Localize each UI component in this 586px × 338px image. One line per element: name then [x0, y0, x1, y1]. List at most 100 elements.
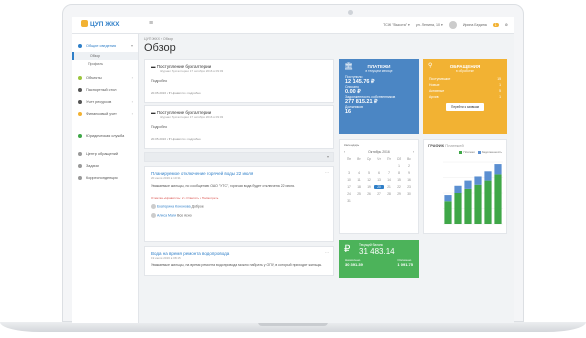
more-icon[interactable]: ⋯ [325, 250, 329, 255]
calendar-day[interactable]: 3 [344, 171, 354, 175]
logo-text: ЦУП ЖКХ [90, 21, 120, 28]
chevron-left-icon[interactable]: ‹ [344, 150, 345, 154]
legend-swatch [459, 150, 463, 154]
calendar-day[interactable]: 16 [404, 178, 414, 182]
app-logo[interactable]: ЦУП ЖКХ [81, 20, 119, 28]
calendar-day[interactable]: 11 [354, 178, 364, 182]
bar [484, 180, 492, 224]
company-selector[interactable]: ТСЖ "Высота" ▾ [383, 23, 410, 27]
calendar-day[interactable]: 8 [394, 171, 404, 175]
balance-details: Начислено 30 391.39 Оплачено 1 091.75 [345, 258, 413, 267]
menu-toggle-icon[interactable]: ≡ [149, 20, 153, 27]
calendar-day[interactable]: 25 [354, 192, 364, 196]
more-icon[interactable]: ⋯ [325, 170, 329, 175]
sidebar-item-tasks[interactable]: Задачи [72, 160, 138, 172]
calendar-day[interactable]: 12 [364, 178, 374, 182]
bar [474, 184, 482, 224]
requests-icon [78, 152, 82, 156]
calendar-day[interactable]: 1 [394, 164, 404, 168]
avatar [151, 213, 156, 218]
calendar-day[interactable]: 23 [404, 185, 414, 189]
sidebar-item-passport[interactable]: Паспортный стол [72, 84, 138, 96]
calendar-day[interactable]: 5 [364, 171, 374, 175]
sidebar-sub-profile[interactable]: Профиль [72, 60, 138, 68]
calendar-day[interactable]: 4 [354, 171, 364, 175]
news-meta[interactable]: Отметка «Нравится»: 2 • Ответить • Посмо… [151, 196, 327, 200]
main-content: ЦУП ЖКХ › Обзор Обзор ▬ Поступление бухг… [139, 34, 514, 323]
calendar-month: ‹ Октябрь 2016 › [344, 150, 414, 154]
post-meta[interactable]: 20.05.2016 • ♥ Нравится • подробно [151, 137, 327, 141]
request-row[interactable]: Поступившие 15 [429, 77, 501, 81]
request-row[interactable]: Новые 1 [429, 83, 501, 87]
calendar-day[interactable]: 26 [364, 192, 374, 196]
tasks-icon [78, 164, 82, 168]
passport-icon [78, 88, 82, 92]
calendar-day[interactable]: 27 [374, 192, 384, 196]
calendar-day[interactable]: 14 [384, 178, 394, 182]
notification-badge[interactable]: 1 [492, 23, 499, 27]
settings-gear-icon[interactable]: ⚙ [505, 23, 508, 27]
bar [454, 193, 462, 224]
weekday-label: Чт [377, 157, 381, 161]
legend-entry: Платежи [459, 150, 475, 154]
calendar-day[interactable]: 13 [374, 178, 384, 182]
calendar-day [364, 164, 374, 168]
avatar[interactable] [448, 21, 457, 29]
calendar-day[interactable]: 15 [394, 178, 404, 182]
request-row[interactable]: Архив 1 [429, 95, 501, 99]
calendar-day[interactable]: 30 [404, 192, 414, 196]
calendar-day[interactable]: 18 [354, 185, 364, 189]
calendar-day[interactable]: 29 [394, 192, 404, 196]
ruble-icon: ₽ [344, 244, 351, 255]
balance-tile[interactable]: ₽ Текущий баланс 31 483.14 Начислено 30 3… [339, 240, 419, 278]
commenter-name[interactable]: Алиса Маги [157, 213, 176, 217]
page-title: Обзор [144, 42, 176, 54]
bar [494, 164, 502, 175]
post-meta[interactable]: 20.05.2016 • ♥ Нравится • подробно [151, 91, 327, 95]
calendar-day[interactable]: 28 [384, 192, 394, 196]
calendar-weekdays: Пн Вт Ср Чт Пт Сб Вс [344, 157, 414, 161]
calendar-day[interactable]: 2 [404, 164, 414, 168]
sidebar-item-requests[interactable]: Центр обращений [72, 148, 138, 160]
sidebar-sub-overview[interactable]: Обзор [72, 52, 138, 60]
calendar-day[interactable]: 7 [384, 171, 394, 175]
calendar-day[interactable]: 19 [364, 185, 374, 189]
payments-tile[interactable]: 🏛 ПЛАТЕЖИ в текущем месяце Поступило 12 1… [339, 59, 419, 134]
sidebar: Общие сведения ▾ Обзор Профиль Объекты › П… [72, 34, 139, 323]
payments-debtors: Должников 16 [345, 105, 363, 115]
sidebar-item-finance[interactable]: Финансовый учет › [72, 108, 138, 120]
request-count: 1 [499, 95, 501, 99]
request-count: 1 [499, 83, 501, 87]
request-count: 5 [499, 89, 501, 93]
commenter-name[interactable]: Екатерина Кононова [157, 204, 191, 208]
calendar-day[interactable]: 21 [384, 185, 394, 189]
requests-button[interactable]: Перейти к заявкам [446, 103, 484, 111]
top-bar: ЦУП ЖКХ ≡ ТСЖ "Высота" ▾ ул. Ленина, 10 … [72, 17, 514, 34]
bar [494, 174, 502, 224]
user-name[interactable]: Ирина Бедина [463, 23, 487, 27]
chevron-right-icon[interactable]: › [413, 150, 414, 154]
sidebar-item-general[interactable]: Общие сведения ▾ [72, 40, 138, 52]
request-label: Архив [429, 95, 439, 99]
calendar-day[interactable]: 6 [374, 171, 384, 175]
payments-debt: Задолженность собственников 277 815.21 ₽ [345, 95, 396, 105]
sidebar-item-objects[interactable]: Объекты › [72, 72, 138, 84]
calendar-day[interactable]: 17 [344, 185, 354, 189]
calendar-day[interactable]: 31 [344, 199, 354, 203]
calendar-day[interactable]: 10 [344, 178, 354, 182]
location-selector[interactable]: ул. Ленина, 10 ▾ [416, 23, 443, 27]
news-body: Уважаемые жильцы, на время ремонта водоп… [151, 263, 323, 267]
calendar-day[interactable]: 20 [374, 185, 384, 189]
calendar-day[interactable]: 24 [344, 192, 354, 196]
calendar-day[interactable]: 9 [404, 171, 414, 175]
sidebar-item-resources[interactable]: Учет ресурсов › [72, 96, 138, 108]
add-news-input[interactable]: Добавить новость ▾ [144, 152, 334, 169]
calendar-month-label: Октябрь 2016 [368, 150, 390, 154]
calendar-title: Календарь [344, 143, 360, 147]
calendar-day[interactable]: 22 [394, 185, 404, 189]
sidebar-item-label: Задачи [86, 164, 99, 168]
general-icon [78, 44, 82, 48]
sidebar-item-mail[interactable]: Корреспонденция [72, 172, 138, 184]
sidebar-item-legal[interactable]: Юридическая служба [72, 130, 138, 142]
request-row[interactable]: Активные 5 [429, 89, 501, 93]
